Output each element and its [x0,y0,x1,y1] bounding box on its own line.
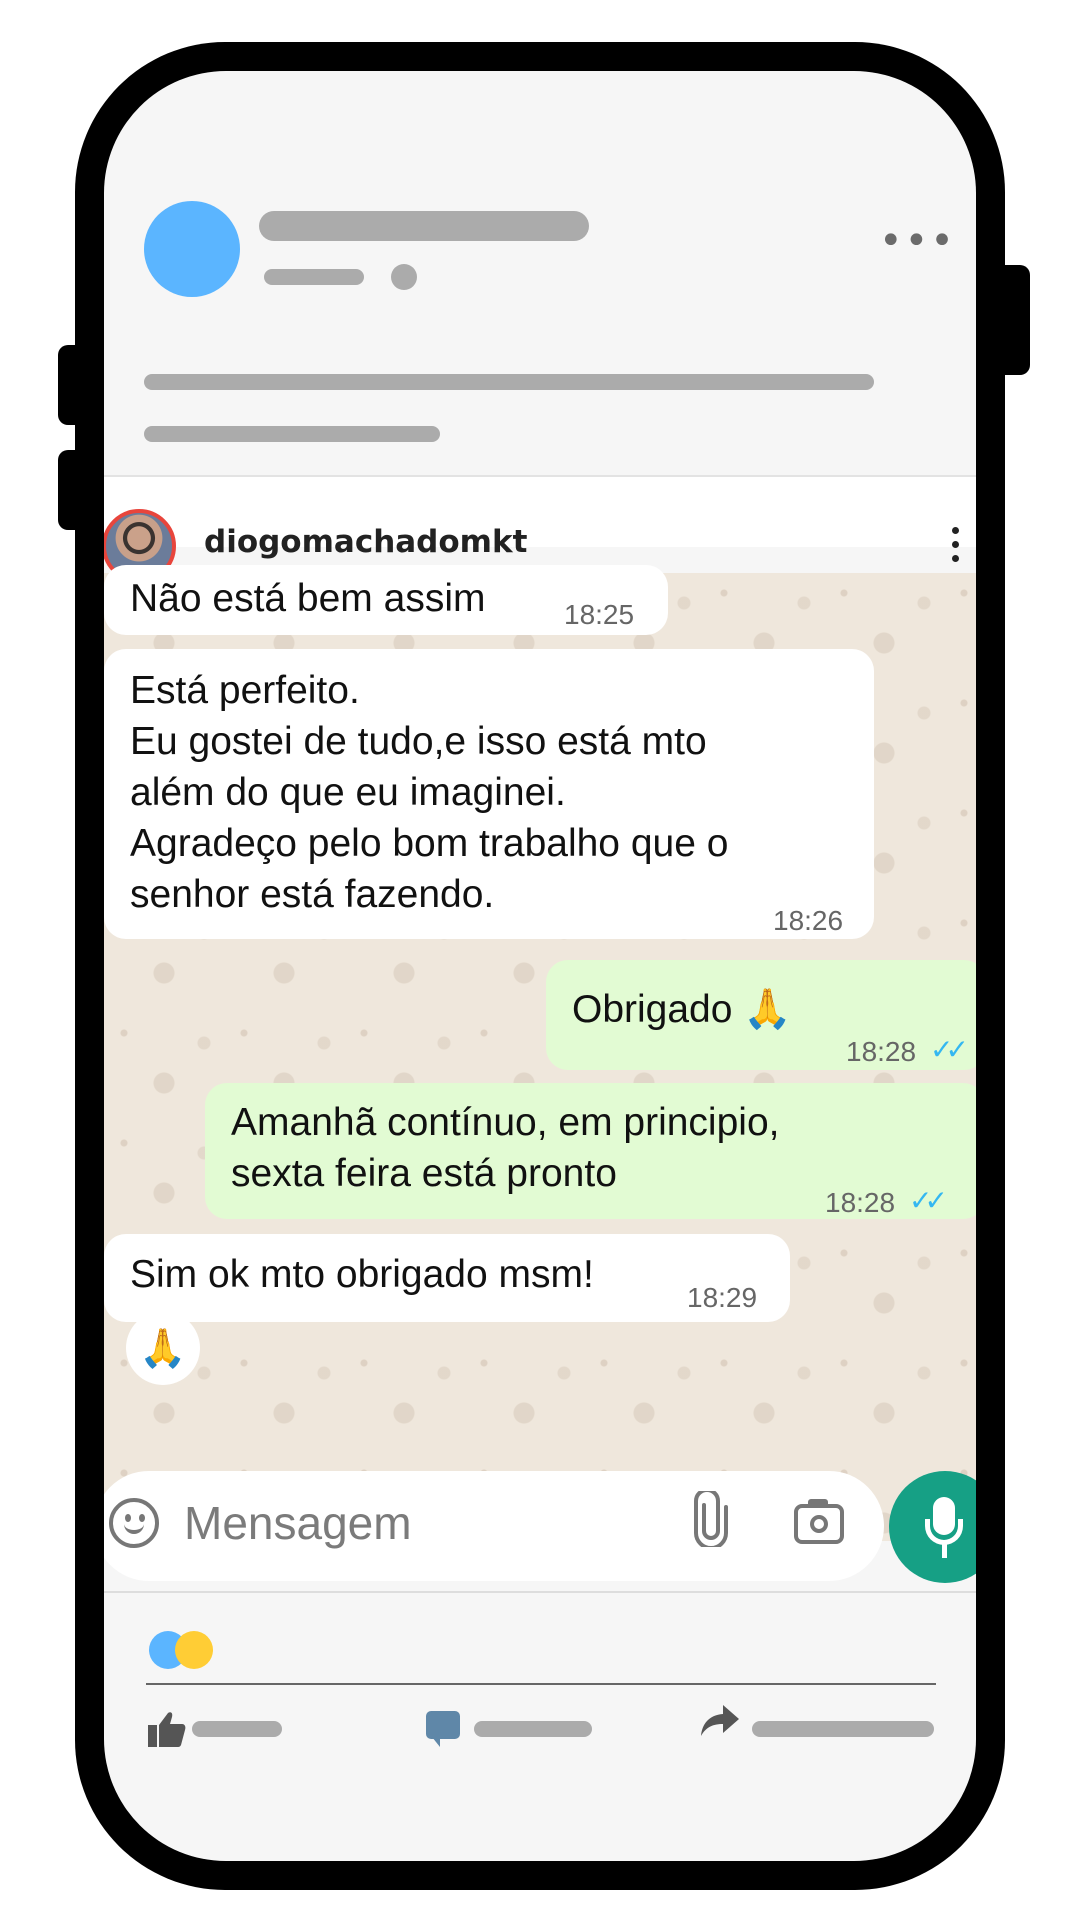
message-time: 18:28 [825,1187,896,1218]
message-bubble-incoming[interactable]: Sim ok mto obrigado msm! 18:29 [104,1234,790,1322]
message-text: Não está bem assim [130,577,486,620]
camera-icon[interactable] [794,1499,844,1544]
post-author-placeholder [259,211,589,241]
microphone-foot [942,1544,947,1558]
paperclip-icon[interactable] [694,1488,728,1559]
share-svg [701,1705,739,1736]
emoji-icon[interactable] [109,1498,159,1548]
message-time: 18:29 [687,1282,758,1313]
post-text-placeholder-2 [144,426,440,442]
message-bubble-incoming[interactable]: Não está bem assim 18:25 [104,565,668,635]
message-line: sexta feira está pronto [231,1152,617,1195]
username[interactable]: diogomachadomkt [204,524,527,560]
message-text: Sim ok mto obrigado msm! [130,1253,594,1296]
message-bubble-incoming[interactable]: Está perfeito. Eu gostei de tudo,e isso … [104,649,874,939]
thumbs-up-svg [148,1712,186,1747]
share-label-placeholder [752,1721,934,1737]
message-line: Amanhã contínuo, em principio, [231,1101,780,1144]
post-meta-dot [391,264,417,290]
post-meta-placeholder [264,269,364,285]
message-reaction[interactable]: 🙏 [126,1311,200,1385]
chat-area: Não está bem assim 18:25 Está perfeito. … [104,565,976,1541]
message-line: Agradeço pelo bom trabalho que o [130,822,729,865]
thumbs-up-icon[interactable] [146,1709,186,1758]
comment-label-placeholder [474,1721,592,1737]
chat-bottom-divider [104,1591,976,1593]
share-icon[interactable] [699,1703,741,1749]
paperclip-svg [694,1488,728,1550]
microphone-stand [925,1519,963,1545]
phone-screen: ••• diogomachadomkt Não está bem assim 1… [104,71,976,1861]
message-line: além do que eu imaginei. [130,771,566,814]
message-time: 18:28 [846,1036,917,1067]
message-line: Está perfeito. [130,669,360,712]
read-receipt-icon: ✓✓ [930,1033,969,1066]
phone-frame: ••• diogomachadomkt Não está bem assim 1… [75,42,1005,1890]
message-text: Amanhã contínuo, em principio, sexta fei… [231,1097,779,1199]
message-line: Eu gostei de tudo,e isso está mto [130,720,707,763]
actions-divider [146,1683,936,1685]
message-time: 18:25 [564,599,635,630]
like-label-placeholder [192,1721,282,1737]
more-horizontal-icon[interactable]: ••• [879,221,956,261]
comment-icon[interactable] [426,1711,460,1747]
message-time: 18:26 [773,905,844,936]
post-text-placeholder-1 [144,374,874,390]
reaction-yellow-icon[interactable] [175,1631,213,1669]
message-bubble-outgoing[interactable]: Amanhã contínuo, em principio, sexta fei… [205,1083,976,1219]
message-bubble-outgoing[interactable]: Obrigado 🙏 18:28 ✓✓ [546,960,976,1070]
message-text: Obrigado 🙏 [572,988,792,1031]
post-avatar[interactable] [144,201,240,297]
message-line: senhor está fazendo. [130,873,495,916]
read-receipt-icon: ✓✓ [909,1184,948,1217]
more-vertical-icon[interactable] [952,527,960,571]
message-input[interactable]: Mensagem [184,1496,412,1550]
message-text: Está perfeito. Eu gostei de tudo,e isso … [130,665,728,920]
